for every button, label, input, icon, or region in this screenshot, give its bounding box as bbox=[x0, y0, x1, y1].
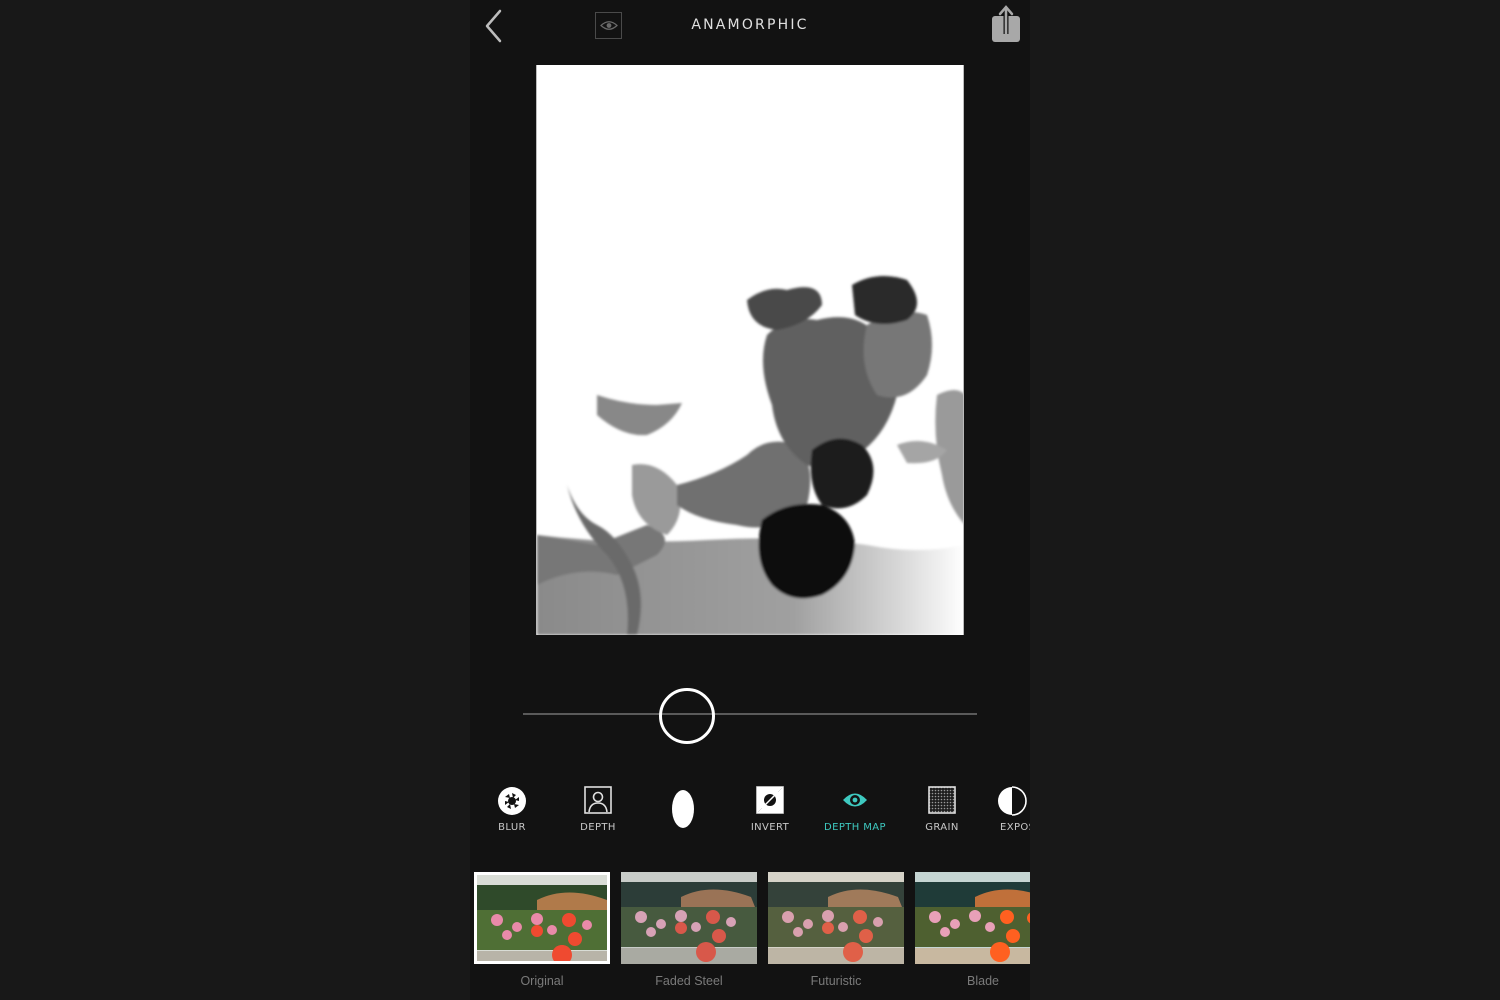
share-button[interactable] bbox=[990, 4, 1022, 44]
tool-grain[interactable]: GRAIN bbox=[902, 780, 982, 840]
filter-original[interactable]: Original bbox=[474, 872, 610, 988]
chevron-left-icon bbox=[485, 9, 502, 43]
tool-label: DEPTH MAP bbox=[824, 822, 886, 833]
flower-photo-thumbnail bbox=[768, 872, 904, 964]
depth-map-image bbox=[537, 65, 963, 635]
tool-blur[interactable]: BLUR bbox=[472, 780, 552, 840]
filter-strip: Original Faded Steel Futuristic Blade bbox=[470, 872, 1030, 1000]
grain-icon bbox=[928, 786, 956, 814]
flower-photo-thumbnail bbox=[915, 872, 1030, 964]
preview-toggle-button[interactable] bbox=[595, 12, 622, 39]
flower-photo-thumbnail bbox=[621, 872, 757, 964]
tool-shape[interactable] bbox=[643, 780, 723, 840]
eye-icon bbox=[843, 793, 867, 807]
intensity-slider[interactable] bbox=[523, 688, 977, 744]
ellipse-shape-icon bbox=[672, 790, 694, 828]
top-bar: ANAMORPHIC bbox=[470, 0, 1030, 56]
tool-label: DEPTH bbox=[580, 822, 616, 833]
photo-preview[interactable] bbox=[536, 65, 964, 635]
filter-faded-steel[interactable]: Faded Steel bbox=[621, 872, 757, 988]
tool-label: GRAIN bbox=[925, 822, 959, 833]
tool-label: BLUR bbox=[498, 822, 526, 833]
tool-invert[interactable]: INVERT bbox=[730, 780, 810, 840]
back-button[interactable] bbox=[482, 8, 506, 44]
slider-thumb[interactable] bbox=[659, 688, 716, 744]
tool-label: INVERT bbox=[750, 822, 790, 833]
filter-name: Original bbox=[520, 974, 564, 988]
filter-name: Futuristic bbox=[810, 974, 862, 988]
tool-exposure[interactable]: EXPOS bbox=[988, 780, 1030, 840]
filter-name: Blade bbox=[967, 974, 999, 988]
slider-track[interactable] bbox=[523, 713, 977, 715]
filter-futuristic[interactable]: Futuristic bbox=[768, 872, 904, 988]
filter-thumbnail bbox=[768, 872, 904, 964]
share-icon bbox=[992, 5, 1020, 42]
eye-icon bbox=[600, 21, 618, 30]
filter-name: Faded Steel bbox=[655, 974, 723, 988]
filter-thumbnail bbox=[915, 872, 1030, 964]
flower-photo-thumbnail bbox=[477, 875, 607, 961]
aperture-icon bbox=[498, 787, 526, 815]
tool-depth-map[interactable]: DEPTH MAP bbox=[815, 780, 895, 840]
tool-depth[interactable]: DEPTH bbox=[558, 780, 638, 840]
app-title: ANAMORPHIC bbox=[691, 17, 809, 33]
tool-bar: BLUR DEPTH INVERT DEPTH MAP GRAIN EXPO bbox=[470, 780, 1030, 840]
app-screen: ANAMORPHIC BLUR DEPTH INVERT DEPTH MAP G… bbox=[470, 0, 1030, 1000]
filter-thumbnail bbox=[474, 872, 610, 964]
invert-icon bbox=[756, 786, 784, 814]
tool-label: EXPOS bbox=[1000, 822, 1030, 833]
portrait-frame-icon bbox=[584, 786, 612, 814]
exposure-icon bbox=[998, 786, 1027, 816]
filter-thumbnail bbox=[621, 872, 757, 964]
filter-blade[interactable]: Blade bbox=[915, 872, 1030, 988]
